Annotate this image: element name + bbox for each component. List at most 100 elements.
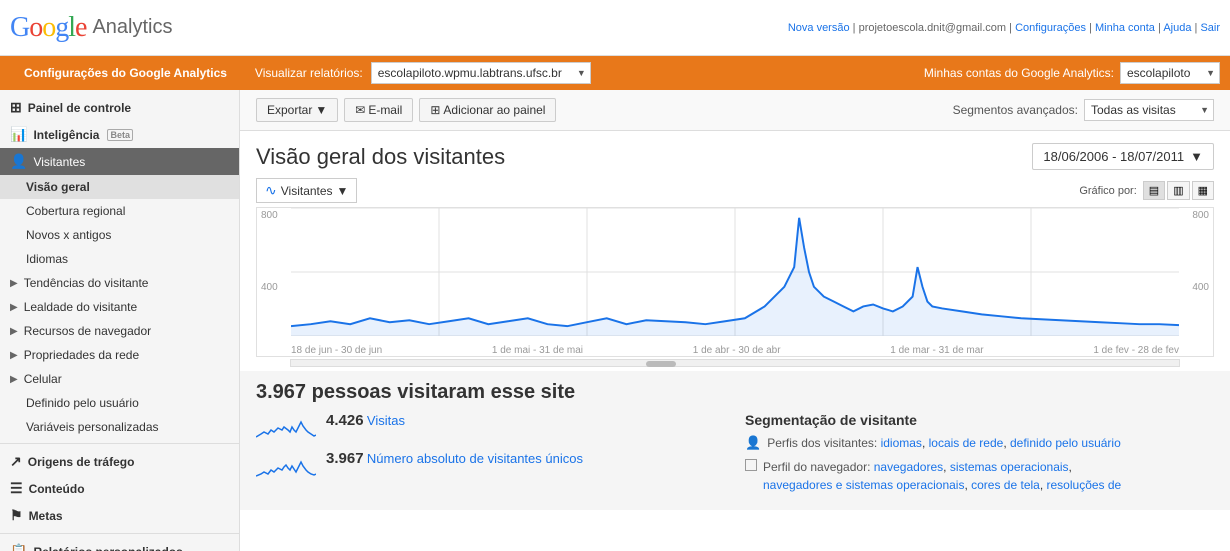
sidebar-item-novos-antigos[interactable]: Novos x antigos	[0, 223, 239, 247]
stats-right: Segmentação de visitante 👤 Perfis dos vi…	[725, 412, 1214, 500]
sidebar-item-label-inteligencia: Inteligência	[33, 128, 99, 142]
stats-title: 3.967 pessoas visitaram esse site	[256, 381, 1214, 404]
painel-icon: ⊞	[10, 99, 22, 116]
add-icon: ⊞	[430, 103, 440, 117]
sidebar-item-metas[interactable]: ⚑ Metas	[0, 502, 239, 529]
logo-area: Google Analytics	[10, 12, 172, 44]
visitantes-unicos-sparkline	[256, 450, 316, 480]
accounts-dropdown-wrap: escolapiloto	[1120, 62, 1220, 84]
export-button[interactable]: Exportar ▼	[256, 98, 338, 122]
seg-link-cores[interactable]: cores de tela	[971, 478, 1040, 492]
visitas-sparkline	[256, 412, 316, 442]
stats-section: 3.967 pessoas visitaram esse site 4.426 …	[240, 371, 1230, 510]
sidebar-item-conteudo[interactable]: ☰ Conteúdo	[0, 475, 239, 502]
checkbox-icon	[745, 459, 757, 471]
configuracoes-link[interactable]: Configurações	[1015, 22, 1086, 34]
sidebar-item-painel[interactable]: ⊞ Painel de controle	[0, 94, 239, 121]
nav-config-link[interactable]: Configurações do Google Analytics	[10, 56, 241, 90]
chart-scrollbar[interactable]	[290, 359, 1180, 367]
visitas-number: 4.426	[326, 412, 364, 429]
site-dropdown-wrap: escolapiloto.wpmu.labtrans.ufsc.br	[371, 62, 591, 84]
stats-left: 4.426 Visitas 3.967 Númer	[256, 412, 725, 500]
sidebar-item-label-visitantes: Visitantes	[33, 155, 85, 169]
main-layout: ⊞ Painel de controle 📊 Inteligência Beta…	[0, 90, 1230, 551]
visitors-chevron-icon: ▼	[337, 184, 349, 198]
nav-reports-label: Visualizar relatórios:	[241, 66, 371, 80]
recursos-arrow-icon: ▶	[10, 326, 18, 337]
lealdade-arrow-icon: ▶	[10, 302, 18, 313]
x-label-fev: 1 de fev - 28 de fev	[1093, 345, 1179, 356]
segments-dropdown-wrap: Todas as visitas	[1084, 99, 1214, 121]
chart-y-labels-right: 800 400	[1179, 208, 1213, 356]
sidebar-item-label-metas: Metas	[29, 509, 63, 523]
minha-conta-link[interactable]: Minha conta	[1095, 22, 1155, 34]
seg-link-nav-sistemas[interactable]: navegadores e sistemas operacionais	[763, 478, 964, 492]
seg-link-locais[interactable]: locais de rede	[929, 436, 1004, 450]
seg-link-idiomas[interactable]: idiomas	[881, 436, 922, 450]
sidebar-item-label-painel: Painel de controle	[28, 101, 131, 115]
google-logo: Google	[10, 12, 86, 44]
sidebar-item-lealdade[interactable]: ▶ Lealdade do visitante	[0, 295, 239, 319]
visitors-toggle-button[interactable]: ∿ Visitantes ▼	[256, 178, 357, 203]
x-label-jun: 18 de jun - 30 de jun	[291, 345, 382, 356]
celular-arrow-icon: ▶	[10, 374, 18, 385]
y-label-800-right: 800	[1183, 210, 1209, 221]
metas-icon: ⚑	[10, 507, 23, 524]
date-range-text: 18/06/2006 - 18/07/2011	[1043, 149, 1184, 164]
sidebar-item-variaveis[interactable]: Variáveis personalizadas	[0, 415, 239, 439]
seg-item-perfis: 👤 Perfis dos visitantes: idiomas, locais…	[745, 434, 1214, 452]
seg-perfis-label: Perfis dos visitantes:	[767, 436, 880, 450]
sidebar-item-label-tendencias: Tendências do visitante	[24, 276, 149, 290]
sidebar-item-relatorios[interactable]: 📋 Relatórios personalizados	[0, 538, 239, 551]
segments-area: Segmentos avançados: Todas as visitas	[953, 99, 1214, 121]
line-chart-icon: ∿	[265, 182, 277, 199]
sidebar-item-label-celular: Celular	[24, 372, 62, 386]
inteligencia-icon: 📊	[10, 126, 27, 143]
ajuda-link[interactable]: Ajuda	[1163, 22, 1191, 34]
email-button[interactable]: ✉ E-mail	[344, 98, 413, 122]
sidebar-item-tendencias[interactable]: ▶ Tendências do visitante	[0, 271, 239, 295]
add-to-panel-button[interactable]: ⊞ Adicionar ao painel	[419, 98, 556, 122]
seg-perfis-content: Perfis dos visitantes: idiomas, locais d…	[767, 434, 1121, 452]
sidebar-item-origens-trafego[interactable]: ↗ Origens de tráfego	[0, 448, 239, 475]
stat-item-visitas: 4.426 Visitas	[256, 412, 725, 442]
accounts-dropdown[interactable]: escolapiloto	[1120, 62, 1220, 84]
seg-link-definido[interactable]: definido pelo usuário	[1010, 436, 1121, 450]
sidebar-item-visao-geral[interactable]: Visão geral	[0, 175, 239, 199]
chart-type-bar-button[interactable]: ▥	[1167, 181, 1189, 200]
sidebar-item-definido-usuario[interactable]: Definido pelo usuário	[0, 391, 239, 415]
sidebar-item-propriedades-rede[interactable]: ▶ Propriedades da rede	[0, 343, 239, 367]
visitantes-icon: 👤	[10, 153, 27, 170]
sidebar-divider-2	[0, 533, 239, 534]
sidebar-item-idiomas[interactable]: Idiomas	[0, 247, 239, 271]
segments-dropdown[interactable]: Todas as visitas	[1084, 99, 1214, 121]
export-label: Exportar	[267, 103, 312, 117]
visitantes-unicos-link[interactable]: Número absoluto de visitantes únicos	[367, 451, 583, 466]
sidebar-item-inteligencia[interactable]: 📊 Inteligência Beta	[0, 121, 239, 148]
sidebar-item-cobertura-regional[interactable]: Cobertura regional	[0, 199, 239, 223]
sidebar-item-celular[interactable]: ▶ Celular	[0, 367, 239, 391]
email-label: E-mail	[368, 103, 402, 117]
sidebar-item-visitantes[interactable]: 👤 Visitantes	[0, 148, 239, 175]
chart-type-line-button[interactable]: ▤	[1143, 181, 1165, 200]
seg-link-resolucoes[interactable]: resoluções de	[1047, 478, 1122, 492]
nav-bar-left: Configurações do Google Analytics Visual…	[10, 56, 591, 90]
visitas-link[interactable]: Visitas	[367, 413, 405, 428]
stat-item-visitantes-unicos: 3.967 Número absoluto de visitantes únic…	[256, 450, 725, 480]
y-label-800-left: 800	[261, 210, 287, 221]
sidebar-item-recursos-navegador[interactable]: ▶ Recursos de navegador	[0, 319, 239, 343]
date-range-button[interactable]: 18/06/2006 - 18/07/2011 ▼	[1032, 143, 1214, 170]
site-dropdown[interactable]: escolapiloto.wpmu.labtrans.ufsc.br	[371, 62, 591, 84]
accounts-label: Minhas contas do Google Analytics:	[924, 66, 1114, 80]
sidebar-divider-1	[0, 443, 239, 444]
chart-type-compare-button[interactable]: ▦	[1192, 181, 1214, 200]
nova-versao-link[interactable]: Nova versão	[788, 22, 850, 34]
seg-link-navegadores[interactable]: navegadores	[874, 460, 943, 474]
seg-perfis-links: idiomas, locais de rede, definido pelo u…	[881, 436, 1121, 450]
x-label-mar: 1 de mar - 31 de mar	[890, 345, 983, 356]
sair-link[interactable]: Sair	[1200, 22, 1220, 34]
add-label: Adicionar ao painel	[443, 103, 545, 117]
date-range-chevron-icon: ▼	[1190, 149, 1203, 164]
chart-scrollbar-thumb[interactable]	[646, 361, 676, 367]
seg-link-sistemas-op[interactable]: sistemas operacionais	[950, 460, 1069, 474]
